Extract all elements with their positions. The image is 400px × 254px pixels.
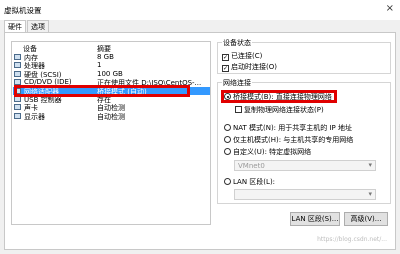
nat-radio[interactable]: NAT 模式(N): 用于共享主机的 IP 地址	[224, 123, 352, 133]
network-connection-title: 网络连接	[222, 78, 252, 88]
checkmark-icon: ✓	[222, 54, 229, 61]
lan-segment-radio[interactable]: LAN 区段(L):	[224, 177, 275, 187]
device-row-sound[interactable]: 声卡 自动检测	[13, 103, 210, 112]
advanced-button[interactable]: 高级(V)...	[344, 212, 388, 226]
connected-checkbox[interactable]: ✓ 已连接(C)	[222, 51, 262, 61]
checkbox-icon	[235, 106, 242, 113]
vmnet-select[interactable]: VMnet0 ▾	[234, 160, 376, 171]
bridged-radio[interactable]: 桥接模式(B): 直接连接物理网络	[224, 92, 332, 102]
chevron-down-icon: ▾	[368, 161, 372, 169]
window-title: 虚拟机设置	[4, 6, 42, 15]
radio-selected-icon	[224, 93, 231, 100]
tab-options[interactable]: 选项	[27, 20, 49, 32]
radio-icon	[224, 124, 231, 131]
chevron-down-icon: ▾	[368, 190, 372, 198]
network-connection-group: 网络连接 桥接模式(B): 直接连接物理网络 复制物理网络连接状态(P) NAT…	[217, 78, 391, 204]
device-status-group: 设备状态 ✓ 已连接(C) ✓ 启动时连接(O)	[217, 38, 391, 74]
host-only-radio[interactable]: 仅主机模式(H): 与主机共享的专用网络	[224, 135, 353, 145]
memory-icon	[14, 54, 21, 60]
radio-icon	[224, 178, 231, 185]
highlight-box	[14, 85, 190, 97]
device-row-processor[interactable]: 处理器 1	[13, 61, 210, 70]
watermark: https://blog.csdn.net/...	[317, 236, 387, 243]
custom-radio[interactable]: 自定义(U): 特定虚拟网络	[224, 147, 311, 157]
lan-segment-select[interactable]: ▾	[234, 189, 376, 200]
close-icon[interactable]: ×	[386, 3, 394, 14]
lan-segments-button[interactable]: LAN 区段(S)...	[290, 212, 340, 226]
disk-icon	[14, 70, 21, 77]
hardware-pane: 设备 摘要 内存 8 GB 处理器 1 硬盘 (SCSI) 100 GB CD/…	[4, 32, 396, 250]
connect-on-start-checkbox[interactable]: ✓ 启动时连接(O)	[222, 62, 277, 72]
radio-icon	[224, 148, 231, 155]
checkmark-icon: ✓	[222, 65, 229, 72]
device-row-display[interactable]: 显示器 自动检测	[13, 112, 210, 120]
device-row-memory[interactable]: 内存 8 GB	[13, 53, 210, 61]
radio-icon	[224, 136, 231, 143]
cpu-icon	[14, 62, 21, 69]
sound-icon	[14, 104, 21, 111]
replicate-state-checkbox[interactable]: 复制物理网络连接状态(P)	[235, 105, 324, 115]
device-list[interactable]: 设备 摘要 内存 8 GB 处理器 1 硬盘 (SCSI) 100 GB CD/…	[11, 41, 211, 225]
device-row-hard-disk[interactable]: 硬盘 (SCSI) 100 GB	[13, 70, 210, 78]
display-icon	[14, 112, 21, 119]
title-bar: 虚拟机设置 ×	[0, 0, 400, 20]
device-status-title: 设备状态	[222, 38, 252, 48]
